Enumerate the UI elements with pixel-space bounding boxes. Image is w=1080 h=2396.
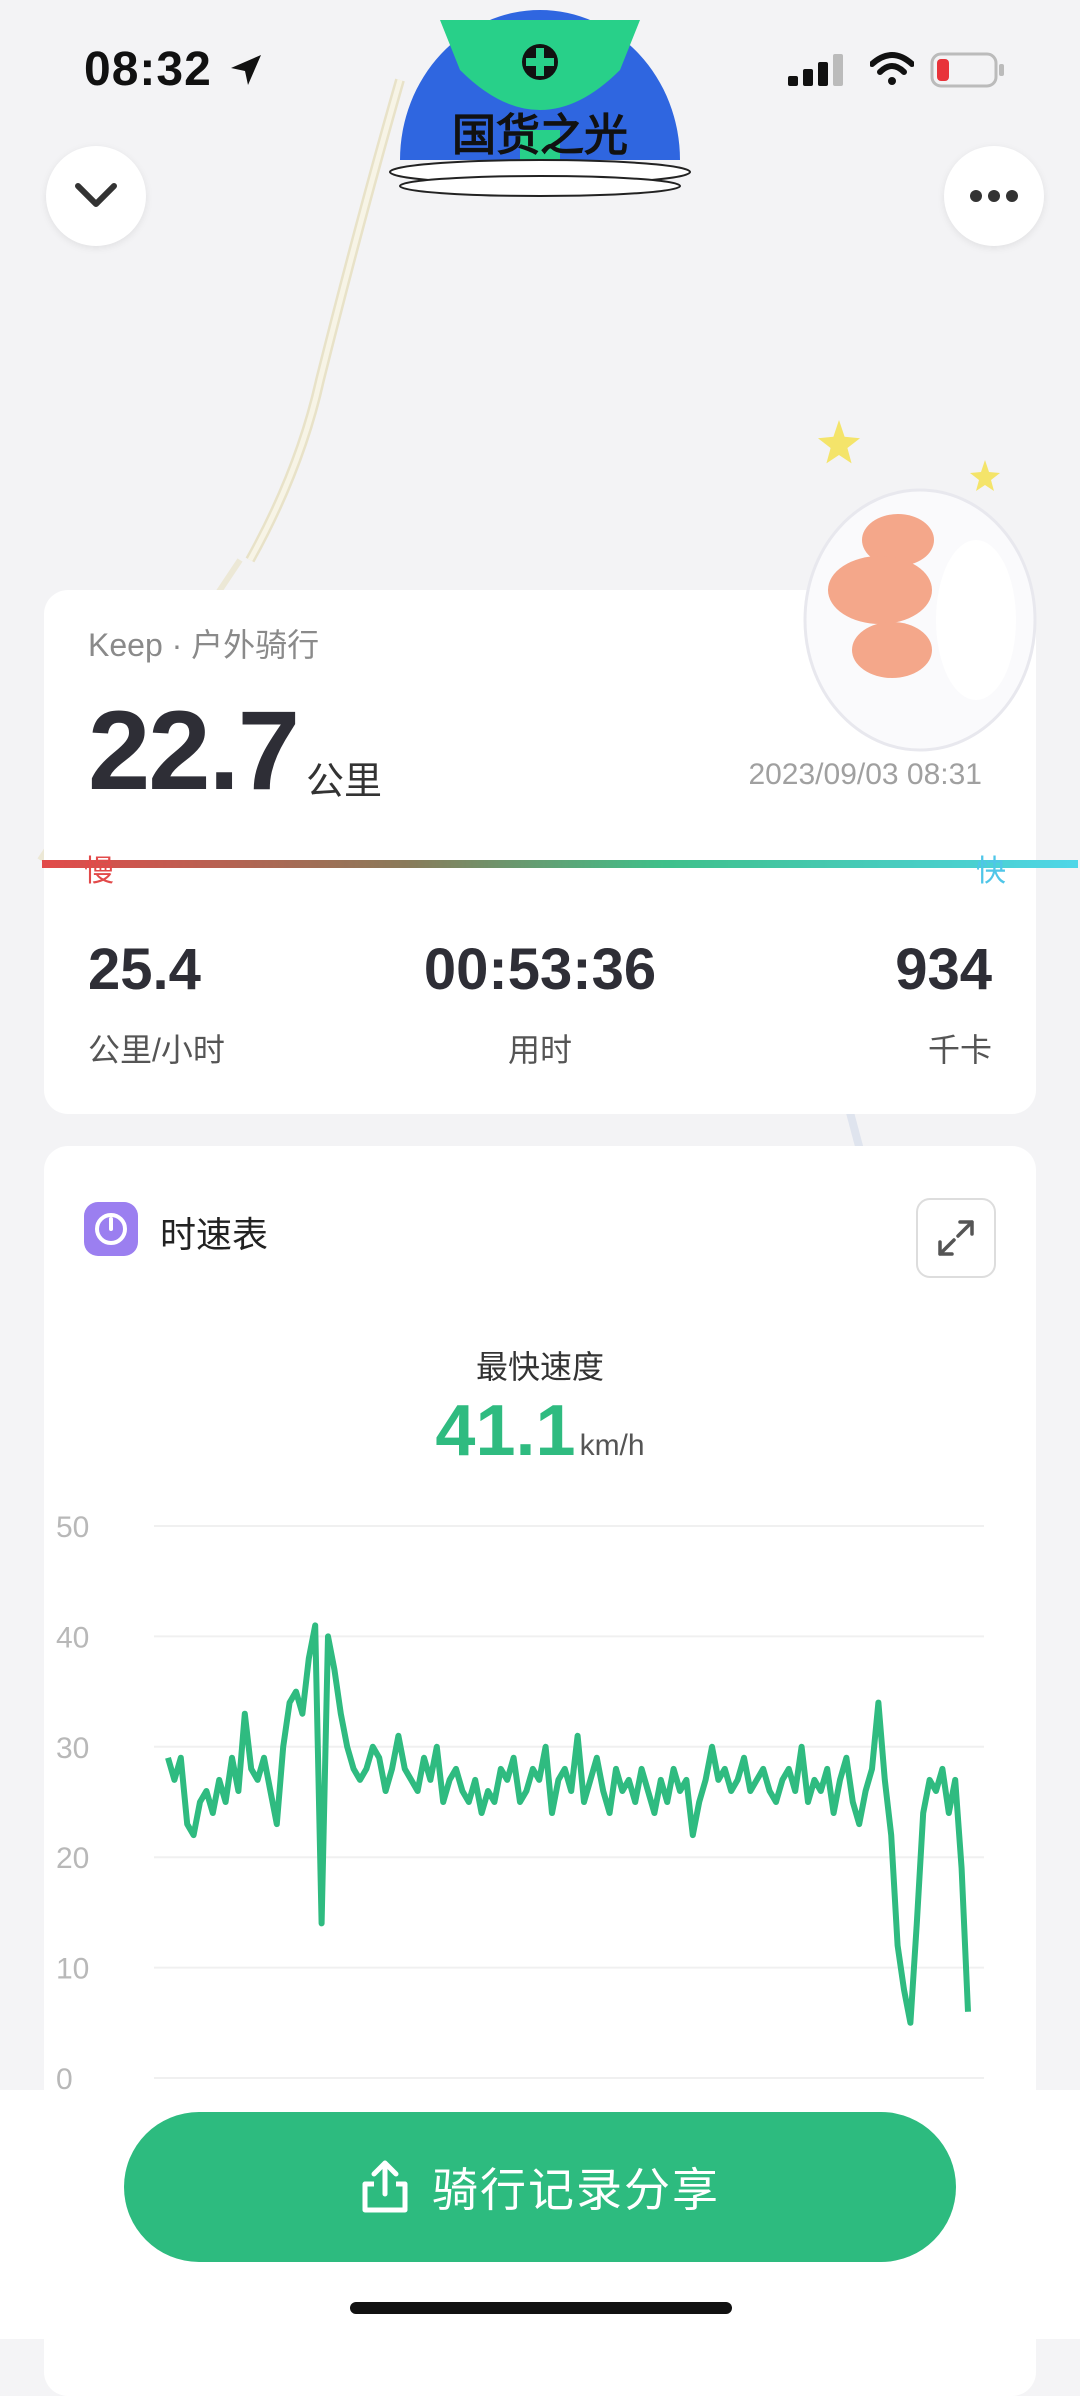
max-speed-label: 最快速度 — [475, 1349, 604, 1385]
duration-label: 用时 — [507, 1032, 572, 1068]
expand-icon — [938, 1220, 974, 1256]
distance-unit: 公里 — [306, 761, 383, 803]
y-tick-label: 20 — [56, 1842, 89, 1875]
more-options-button[interactable] — [944, 146, 1044, 246]
max-speed-value: 41.1 — [435, 1391, 576, 1471]
share-upload-icon — [362, 2160, 408, 2213]
y-tick-label: 40 — [56, 1621, 89, 1654]
battery-low-icon — [930, 52, 1004, 88]
duration-value: 00:53:36 — [423, 937, 657, 1002]
activity-datetime: 2023/09/03 08:31 — [748, 758, 982, 791]
thumbs-up-mascot-sticker — [803, 420, 1037, 752]
speed-card-title: 时速表 — [160, 1214, 269, 1255]
pace-fast-label: 快 — [976, 855, 1006, 888]
pace-slow-label: 慢 — [84, 855, 114, 888]
expand-chart-button[interactable] — [916, 1198, 996, 1278]
y-tick-label: 10 — [56, 1953, 89, 1986]
wifi-icon — [870, 52, 914, 85]
proud-badge-sticker: 国货之光 — [389, 10, 691, 197]
y-tick-label: 30 — [56, 1732, 89, 1765]
max-speed-unit: km/h — [579, 1429, 645, 1462]
chevron-down-icon — [75, 183, 117, 207]
status-time: 08:32 — [84, 43, 212, 96]
pace-gradient-bar — [42, 860, 1078, 868]
distance-value: 22.7 — [88, 688, 300, 813]
max-speed-row: 41.1 km/h — [44, 1390, 1036, 1472]
calories-value: 934 — [895, 937, 992, 1002]
location-arrow-icon — [231, 55, 261, 85]
calories-label: 千卡 — [927, 1032, 992, 1068]
stat-calories: 934 千卡 — [895, 936, 992, 1071]
cellular-signal-icon — [788, 54, 843, 86]
share-ride-button[interactable]: 骑行记录分享 — [124, 2112, 956, 2262]
speed-series-line — [165, 1622, 971, 2026]
more-dots-icon — [970, 190, 1018, 202]
share-button-label: 骑行记录分享 — [432, 2164, 720, 2216]
y-tick-label: 50 — [56, 1511, 89, 1544]
speedometer-icon — [84, 1202, 138, 1256]
stat-duration: 00:53:36 用时 — [44, 936, 1036, 1071]
home-indicator — [350, 2302, 732, 2314]
activity-source: Keep · 户外骑行 — [88, 627, 320, 663]
badge-text: 国货之光 — [452, 110, 628, 161]
collapse-button[interactable] — [46, 146, 146, 246]
